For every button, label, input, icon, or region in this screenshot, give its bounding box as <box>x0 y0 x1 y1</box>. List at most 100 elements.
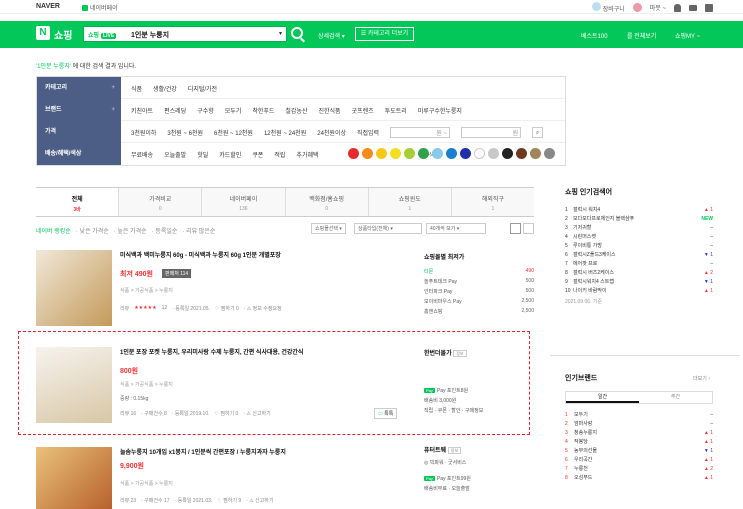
mall-name[interactable]: 놀푸트데크 Pay <box>424 278 457 285</box>
brand-item[interactable]: 7 누룽천 ▲ 2 <box>565 464 713 473</box>
sort-reviews[interactable]: · 리뷰 많은순 <box>182 226 215 235</box>
keyword-label[interactable]: 모다모다프로체인지 블랙샴푸 <box>573 215 699 222</box>
keyword-item[interactable]: 5 루이비통 가방 – <box>565 241 713 250</box>
filter-option[interactable]: 생활/건강 <box>153 84 177 93</box>
mall-select[interactable]: 쇼핑몰선택 ▾ <box>311 223 346 234</box>
all-view-link[interactable]: 를 전체보기 <box>627 31 656 40</box>
apps-grid-icon[interactable] <box>705 3 713 12</box>
brand-label[interactable]: 누룽천 <box>574 465 699 472</box>
keyword-item[interactable]: 9 갤럭시워치4 스트랩 ▼ 1 <box>565 277 713 286</box>
review-count[interactable]: 리뷰 23 <box>120 497 136 504</box>
filter-option[interactable]: 디지털/가전 <box>188 84 217 93</box>
product-title[interactable]: 미식백과 백미누룽지 60g - 미식백과 누룽지 60g 1인분 개별포장 <box>120 250 420 259</box>
price-min-field[interactable]: 원 ~ <box>390 126 451 138</box>
review-count[interactable]: 12 <box>162 305 168 312</box>
keyword-label[interactable]: 갤럭시워치4 스트랩 <box>573 278 699 285</box>
filter-option[interactable]: 편스레딩 <box>164 106 186 115</box>
expand-icon[interactable]: + <box>111 99 115 121</box>
filter-option[interactable]: 6천원 ~ 12천원 <box>214 128 253 137</box>
cart-link[interactable]: 장바구니 <box>592 2 625 13</box>
tab-overseas[interactable]: 해외직구 1 <box>451 188 535 216</box>
search-input[interactable]: 쇼핑 LIVE 1인분 누룽지 ▾ <box>83 26 287 42</box>
filter-option[interactable]: 구수향 <box>197 106 214 115</box>
brand-item[interactable]: 8 오성푸드 ▲ 1 <box>565 473 713 482</box>
search-icon[interactable]: ⌕ <box>532 126 544 138</box>
color-swatch[interactable] <box>488 148 499 159</box>
keyword-label[interactable]: 갤럭시 워치4 <box>573 206 699 213</box>
count-select[interactable]: 40개씩 보기 ▾ <box>426 223 486 234</box>
brand-label[interactable]: 우리곡간 <box>574 456 699 463</box>
filter-option[interactable]: 칠갑농산 <box>285 106 307 115</box>
seller-name[interactable]: 퓨터트웨 정보 <box>424 445 534 454</box>
filter-option[interactable]: 3천원이하 <box>131 128 156 137</box>
color-swatch[interactable] <box>348 148 359 159</box>
filter-option[interactable]: 투도트리 <box>385 106 407 115</box>
filter-option[interactable]: 추가혜택 <box>296 150 318 159</box>
sort-date[interactable]: · 등록일순 <box>152 226 178 235</box>
brand-label[interactable]: 청송누룽지 <box>574 429 699 436</box>
review-count[interactable]: 리뷰 16 <box>120 410 136 417</box>
filter-option[interactable]: 진한식품 <box>319 106 341 115</box>
filter-label[interactable]: 브랜드 + <box>37 99 121 121</box>
sort-low-price[interactable]: · 낮은 가격순 <box>76 226 109 235</box>
seller-count-badge[interactable]: 판매처 114 <box>162 269 192 278</box>
search-query[interactable]: 1인분 누룽지 <box>131 30 169 40</box>
tab-daily[interactable]: 일간 <box>566 392 639 403</box>
avatar[interactable] <box>632 3 642 12</box>
keyword-label[interactable]: 나이키 바람막이 <box>573 287 699 294</box>
shopping-my-link[interactable]: 쇼핑MY ~ <box>675 31 700 40</box>
product-image[interactable] <box>36 250 112 326</box>
color-swatch[interactable] <box>530 148 541 159</box>
dropdown-arrow-icon[interactable]: ▾ <box>279 30 282 37</box>
tab-weekly[interactable]: 주간 <box>639 392 712 403</box>
filter-option[interactable]: 직접입력 <box>357 128 379 137</box>
brand-label[interactable]: 엄마사랑 <box>574 420 699 427</box>
color-swatch[interactable] <box>432 148 443 159</box>
keyword-label[interactable]: 루이비통 가방 <box>573 242 699 249</box>
filter-option[interactable]: 카드할인 <box>219 150 241 159</box>
report-link[interactable]: · ⚠ 신고하기 <box>246 497 273 504</box>
shopping-title[interactable]: 쇼핑 <box>54 27 72 42</box>
keyword-item[interactable]: 2 모다모다프로체인지 블랙샴푸 NEW <box>565 214 713 223</box>
filter-option[interactable]: 12천원 ~ 24천원 <box>264 128 306 137</box>
mall-name[interactable]: 모이비마우스 Pay <box>424 298 462 305</box>
keyword-item[interactable]: 6 갤럭시Z폴드3케이스 ▼ 1 <box>565 250 713 259</box>
keyword-item[interactable]: 3 기저귀할 – <box>565 223 713 232</box>
keyword-label[interactable]: 갤럭시 버즈2케이스 <box>573 269 699 276</box>
color-swatch[interactable] <box>502 148 513 159</box>
npay-link[interactable]: 네이버페이 <box>82 3 118 12</box>
tab-shopping-window[interactable]: 쇼핑윈도 1 <box>368 188 452 216</box>
grid-view-icon[interactable] <box>523 223 534 234</box>
brand-label[interactable]: 모두기 <box>574 411 699 418</box>
filter-option[interactable]: 착한푸드 <box>252 106 274 115</box>
brand-item[interactable]: 1 모두기 – <box>565 410 713 419</box>
product-image[interactable] <box>36 347 112 423</box>
color-swatch[interactable] <box>516 148 527 159</box>
filter-option[interactable]: 적립 <box>274 150 285 159</box>
keyword-item[interactable]: 1 갤럭시 워치4 ▲ 1 <box>565 205 713 214</box>
brands-more-link[interactable]: 더보기 › <box>693 375 710 382</box>
bell-icon[interactable] <box>674 3 681 12</box>
keyword-label[interactable]: 시린머스켓 <box>573 233 699 240</box>
filter-option[interactable]: 모두기 <box>225 106 242 115</box>
color-swatch[interactable] <box>446 148 457 159</box>
brand-item[interactable]: 5 농부의선물 ▼ 1 <box>565 446 713 455</box>
filter-option[interactable]: 3천원 ~ 6천원 <box>167 128 203 137</box>
category-more-button[interactable]: ☰ 카테고리 더보기 <box>355 27 414 41</box>
color-swatch[interactable] <box>474 148 485 159</box>
naver-logo[interactable]: NAVER <box>36 3 60 10</box>
brand-item[interactable]: 3 청송누룽지 ▲ 1 <box>565 428 713 437</box>
filter-option[interactable]: 오늘출발 <box>164 150 186 159</box>
color-swatch[interactable] <box>460 148 471 159</box>
keyword-item[interactable]: 4 시린머스켓 – <box>565 232 713 241</box>
color-swatch[interactable] <box>544 148 555 159</box>
keyword-label[interactable]: 갤럭시Z폴드3케이스 <box>573 251 699 258</box>
seller-name[interactable]: 한번더몰가 정보 <box>424 348 534 357</box>
keyword-label[interactable]: 기저귀할 <box>573 224 699 231</box>
color-swatch[interactable] <box>404 148 415 159</box>
detail-search-link[interactable]: 상세검색 ▾ <box>318 31 345 40</box>
wish-button[interactable]: ♡ 찜하기 9 <box>217 497 241 504</box>
filter-option[interactable]: 키친아트 <box>131 106 153 115</box>
filter-option[interactable]: 미루구수한누룽지 <box>418 106 462 115</box>
keyword-item[interactable]: 10 나이키 바람막이 ▲ 1 <box>565 286 713 295</box>
